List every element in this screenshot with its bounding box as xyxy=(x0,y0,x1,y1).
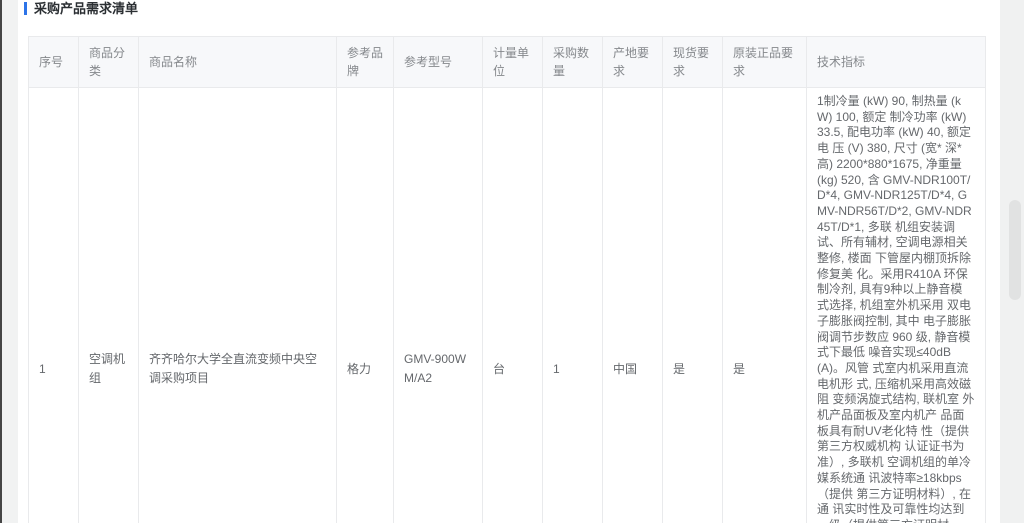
right-gutter xyxy=(1000,0,1024,523)
cell-brand: 格力 xyxy=(337,88,394,523)
cell-model: GMV-900WM/A2 xyxy=(394,88,483,523)
col-header-brand: 参考品牌 xyxy=(337,37,394,88)
col-header-index: 序号 xyxy=(29,37,79,88)
cell-category: 空调机组 xyxy=(79,88,139,523)
col-header-stock: 现货要求 xyxy=(663,37,723,88)
col-header-unit: 计量单位 xyxy=(483,37,543,88)
cell-unit: 台 xyxy=(483,88,543,523)
col-header-quantity: 采购数量 xyxy=(543,37,603,88)
cell-quantity: 1 xyxy=(543,88,603,523)
title-accent-bar xyxy=(24,2,27,15)
screen: 采购产品需求清单 序号 商品分类 商品名称 参考品牌 参考型号 计量单位 采购数… xyxy=(0,0,1024,523)
col-header-origin: 产地要求 xyxy=(603,37,663,88)
col-header-category: 商品分类 xyxy=(79,37,139,88)
scrollbar-thumb[interactable] xyxy=(1009,200,1021,300)
table-row: 1 空调机组 齐齐哈尔大学全直流变频中央空调采购项目 格力 GMV-900WM/… xyxy=(29,88,986,523)
col-header-spec: 技术指标 xyxy=(807,37,986,88)
col-header-name: 商品名称 xyxy=(139,37,337,88)
cell-stock: 是 xyxy=(663,88,723,523)
cell-name: 齐齐哈尔大学全直流变频中央空调采购项目 xyxy=(139,88,337,523)
left-gutter xyxy=(2,0,18,523)
cell-index: 1 xyxy=(29,88,79,523)
col-header-model: 参考型号 xyxy=(394,37,483,88)
content-panel: 采购产品需求清单 序号 商品分类 商品名称 参考品牌 参考型号 计量单位 采购数… xyxy=(18,0,1000,523)
col-header-genuine: 原装正品要求 xyxy=(723,37,807,88)
cell-genuine: 是 xyxy=(723,88,807,523)
table-header-row: 序号 商品分类 商品名称 参考品牌 参考型号 计量单位 采购数量 产地要求 现货… xyxy=(29,37,986,88)
cell-spec: 1制冷量 (kW) 90, 制热量 (kW) 100, 额定 制冷功率 (kW)… xyxy=(807,88,986,523)
procurement-table: 序号 商品分类 商品名称 参考品牌 参考型号 计量单位 采购数量 产地要求 现货… xyxy=(28,36,986,523)
page-title: 采购产品需求清单 xyxy=(34,0,138,17)
page-title-row: 采购产品需求清单 xyxy=(24,0,1000,17)
cell-origin: 中国 xyxy=(603,88,663,523)
